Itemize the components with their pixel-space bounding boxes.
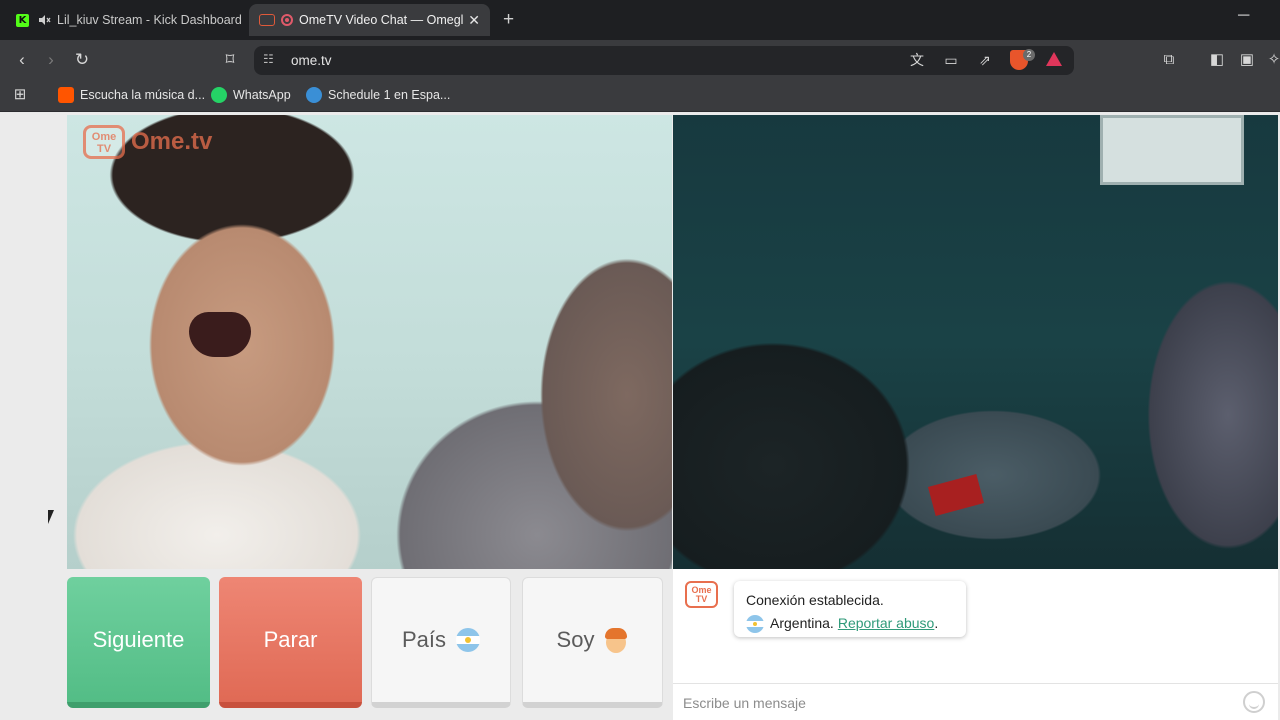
url-text[interactable]: ome.tv (291, 53, 332, 68)
bookmark-item[interactable]: Schedule 1 en Espa... (306, 87, 450, 103)
ometv-icon (259, 14, 275, 26)
boy-face-icon (604, 627, 628, 653)
video-detail (189, 312, 251, 357)
tab-ometv[interactable]: OmeTV Video Chat — Omegl ✕ (249, 4, 490, 36)
argentina-flag-icon (746, 614, 764, 633)
bookmark-label: Schedule 1 en Espa... (328, 88, 451, 102)
bookmark-item[interactable]: WhatsApp (211, 87, 291, 103)
emoji-smile-icon[interactable] (1243, 691, 1265, 713)
country-button-label: País (401, 627, 447, 652)
message-input-area (673, 683, 1278, 720)
tab-title: Lil_kiuv Stream - Kick Dashboard (57, 13, 242, 27)
recording-icon (281, 14, 293, 26)
video-detail (1100, 115, 1244, 185)
country-button[interactable]: País (371, 577, 511, 708)
tab-kick-dashboard[interactable]: K Lil_kiuv Stream - Kick Dashboard (8, 4, 246, 36)
message-input[interactable] (683, 690, 1233, 715)
share-icon[interactable]: ⇗ (975, 50, 995, 70)
report-suffix: . (934, 615, 939, 631)
site-settings-icon[interactable]: ☷ (263, 52, 279, 68)
stop-button-label: Parar (263, 626, 318, 652)
gender-button[interactable]: Soy (522, 577, 663, 708)
ometv-page: Ome TV Ome.tv Siguiente Parar País Soy O… (0, 113, 1280, 720)
translate-icon[interactable]: 文 (907, 50, 927, 70)
kick-icon: K (16, 13, 29, 27)
forward-arrow-icon[interactable]: › (41, 50, 61, 70)
minimize-window-button[interactable]: ─ (1238, 7, 1249, 25)
extensions-icon[interactable]: ✧ (1264, 50, 1280, 70)
bookmark-label: Escucha la música d... (80, 88, 206, 102)
argentina-flag-icon (456, 628, 481, 652)
brave-rewards-icon[interactable] (1046, 52, 1062, 66)
cast-icon[interactable]: ▭ (941, 50, 961, 70)
partner-country-text: Argentina. (770, 615, 834, 631)
bookmark-item[interactable]: Escucha la música d... (58, 87, 205, 103)
logo-name: Ome.tv (131, 128, 213, 155)
close-tab-icon[interactable]: ✕ (468, 12, 480, 29)
stop-button[interactable]: Parar (219, 577, 362, 708)
ometv-logo: Ome TV Ome.tv (83, 125, 212, 159)
new-tab-button[interactable]: + (503, 9, 514, 31)
reload-icon[interactable]: ↻ (72, 50, 92, 70)
mouse-cursor-icon (48, 510, 54, 524)
schedule-icon (306, 87, 322, 103)
wallet-icon[interactable]: ▣ (1237, 50, 1257, 70)
bookmark-icon[interactable]: ⌑ (220, 50, 240, 70)
soundcloud-icon (58, 87, 74, 103)
tab-search-icon[interactable]: ⧉ (1159, 50, 1179, 70)
bookmark-label: WhatsApp (233, 88, 291, 102)
ometv-tv-icon: Ome TV (685, 581, 718, 608)
next-button-label: Siguiente (92, 626, 185, 652)
sidebar-toggle-icon[interactable]: ◧ (1207, 50, 1227, 70)
connection-status-text: Conexión establecida. (746, 592, 884, 608)
chat-panel: Ome TV Conexión establecida. Argentina. … (673, 569, 1278, 720)
navigation-toolbar: ‹ › ↻ ⌑ ☷ ome.tv 文 ▭ ⇗ 2 ⧉ ◧ ▣ ✧ (0, 40, 1280, 80)
ometv-tv-icon: Ome TV (83, 125, 125, 159)
shields-count-badge: 2 (1023, 49, 1035, 61)
next-button[interactable]: Siguiente (67, 577, 210, 708)
tab-bar: K Lil_kiuv Stream - Kick Dashboard OmeTV… (0, 0, 1280, 40)
stranger-video: Ome TV Ome.tv (67, 115, 672, 569)
system-message: Conexión establecida. Argentina. Reporta… (734, 581, 966, 637)
report-abuse-link[interactable]: Reportar abuso (838, 612, 935, 635)
bookmarks-bar: ⊞ Escucha la música d... WhatsApp Schedu… (0, 80, 1280, 112)
address-bar[interactable]: ☷ ome.tv 文 ▭ ⇗ 2 (254, 46, 1074, 75)
back-arrow-icon[interactable]: ‹ (12, 50, 32, 70)
tab-title: OmeTV Video Chat — Omegl (299, 13, 464, 27)
self-camera-video (673, 115, 1278, 569)
video-detail (927, 474, 985, 516)
whatsapp-icon (211, 87, 227, 103)
muted-speaker-icon[interactable] (37, 13, 51, 27)
gender-button-label: Soy (556, 627, 595, 652)
apps-grid-icon[interactable]: ⊞ (10, 85, 30, 105)
